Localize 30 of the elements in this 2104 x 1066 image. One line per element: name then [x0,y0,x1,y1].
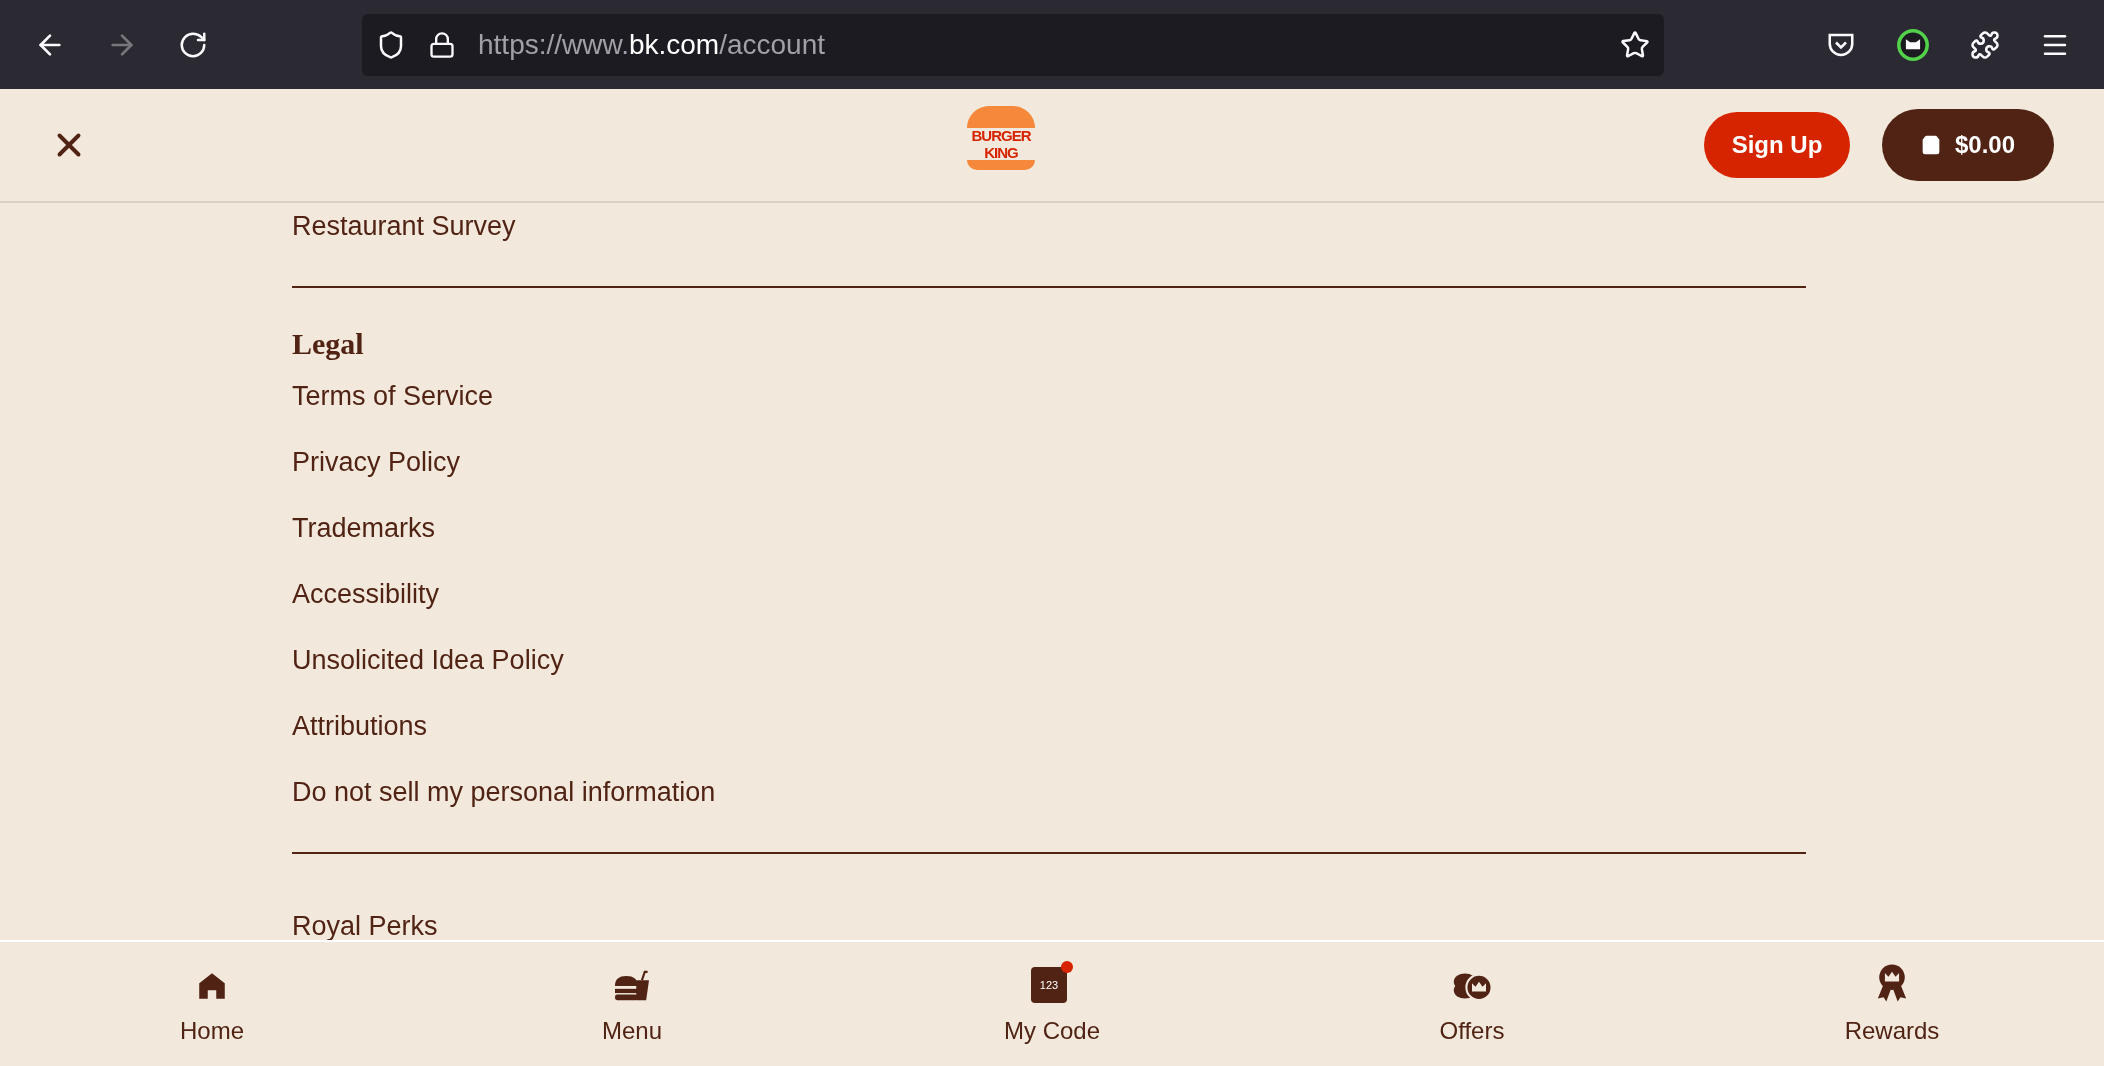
menu-link[interactable]: Do not sell my personal information [292,771,716,813]
menu-link[interactable]: Royal Perks [292,905,438,940]
nav-tab[interactable]: Menu [562,942,702,1066]
address-bar[interactable]: https://www.bk.com/account [362,13,1664,76]
menu-link[interactable]: Restaurant Survey [292,205,516,247]
nav-tab[interactable]: Offers [1402,942,1542,1066]
logo-text: KING [984,144,1018,161]
burger-logo[interactable]: BURGER KING [965,106,1037,184]
award-ribbon-icon [1875,963,1909,1003]
menu-link[interactable]: Unsolicited Idea Policy [292,639,564,681]
bookmark-star-icon[interactable] [1620,29,1650,60]
nav-tab[interactable]: Home [142,942,282,1066]
cart-button[interactable]: $0.00 [1882,109,2054,181]
nav-tab[interactable]: Rewards [1822,942,1962,1066]
extensions-icon[interactable] [1970,29,2000,60]
code-icon-number: 123 [1039,979,1059,991]
sign-up-button[interactable]: Sign Up [1704,112,1850,178]
section-heading: Legal [292,325,364,362]
extension-avatar-icon[interactable] [1896,27,1930,62]
url-text: https://www.bk.com/account [478,27,827,62]
bag-icon [1920,135,1941,155]
menu-link[interactable]: Attributions [292,705,428,747]
logo-text: BURGER [971,127,1031,144]
menu-link[interactable]: Accessibility [292,573,440,615]
nav-tab[interactable]: 123 My Code [982,942,1122,1066]
menu-link[interactable]: Terms of Service [292,375,494,417]
menu-link[interactable]: Trademarks [292,507,436,549]
lock-icon [428,30,456,59]
menu-link[interactable]: Privacy Policy [292,441,461,483]
burger-drink-icon [612,969,652,1003]
